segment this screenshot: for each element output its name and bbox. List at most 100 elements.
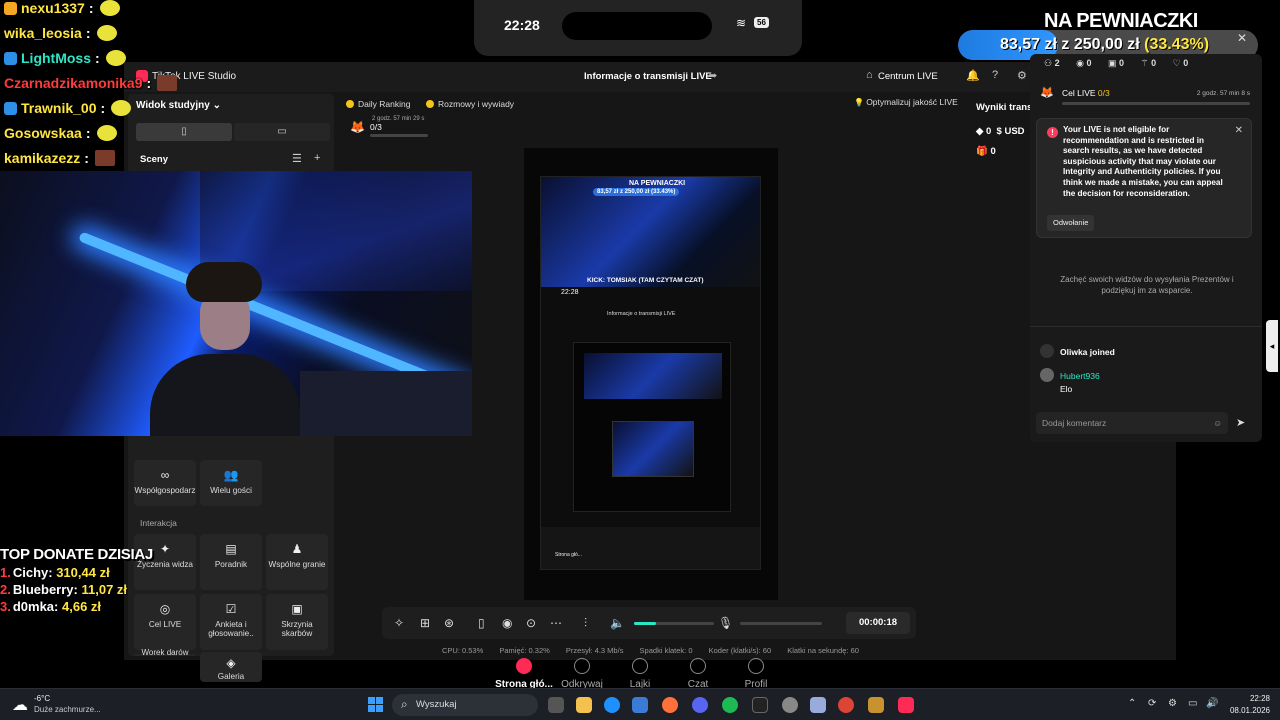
preview-info: Informacje o transmisji LIVE [607, 311, 676, 317]
chat-emote-icon [94, 150, 115, 166]
weather-condition[interactable]: Duże zachmurze... [34, 705, 101, 714]
donate-row: 2. Blueberry: 11,07 zł [0, 582, 128, 597]
epic-games-icon[interactable] [752, 697, 768, 713]
sliders-icon[interactable]: ⫶ [584, 616, 587, 631]
chat-line: kamikazezz: [4, 150, 115, 166]
taskbar-search[interactable]: Wyszukaj [392, 693, 538, 716]
share-icon[interactable]: ➦ [708, 69, 717, 82]
effects-icon[interactable]: ⊛ [444, 616, 454, 630]
chrome-icon[interactable] [838, 697, 854, 713]
tray-icon[interactable]: ⟳ [1148, 698, 1156, 709]
live-chat-panel: ⚇ 2 ◉ 0 ▣ 0 ⚚ 0 ♡ 0 🦊 Cel LIVE 0/3 2 god… [1030, 54, 1262, 442]
chat-line: wika_leosia: [4, 25, 117, 41]
taskbar-time[interactable]: 22:28 [1226, 694, 1270, 703]
studio-view-select[interactable]: Widok studyjny ⌄ [136, 100, 221, 111]
settings-icon[interactable]: ⚙ [1017, 69, 1027, 82]
send-icon[interactable]: ➤ [1236, 416, 1245, 429]
panel-stat-icons: ⚇ 2 ◉ 0 ▣ 0 ⚚ 0 ♡ 0 [1044, 58, 1202, 69]
talks-chip[interactable]: Rozmowy i wywiady [426, 95, 514, 113]
live-results-gifts: 🎁 0 [976, 146, 996, 157]
guide-tile[interactable]: ▤ Poradnik [200, 534, 262, 590]
magic-icon[interactable]: ✧ [394, 616, 404, 630]
multi-guest-tile[interactable]: 👥 Wielu gości [200, 460, 262, 506]
phone-icon[interactable]: ▯ [478, 616, 485, 630]
appeal-button[interactable]: Odwołanie [1047, 215, 1095, 231]
start-button[interactable] [368, 697, 383, 712]
more-icon[interactable]: ⋯ [550, 616, 562, 630]
stream-controls: ✧ ⊞ ⊛ ▯ ◉ ⊙ ⋯ ⫶ 🔈 🎙 00:00:18 [382, 607, 916, 639]
portrait-toggle[interactable]: ▯ [136, 123, 232, 141]
comment-input[interactable]: Dodaj komentarz ☺ [1036, 412, 1228, 434]
bell-icon[interactable]: 🔔 [966, 69, 980, 82]
task-view-icon[interactable] [548, 697, 564, 713]
add-scene-icon[interactable]: + [314, 152, 320, 164]
camera-icon[interactable]: ⊙ [526, 616, 536, 630]
home-tab-icon [516, 658, 532, 674]
speaker-icon[interactable]: 🔈 [610, 616, 625, 630]
edge-icon[interactable] [604, 697, 620, 713]
spotify-icon[interactable] [722, 697, 738, 713]
dynamic-island [562, 12, 712, 40]
preview-camera: NA PEWNIACZKI 83,57 zł z 250,00 zł (33.4… [541, 177, 760, 287]
ranking-value: 0/3 [370, 122, 382, 132]
chat-username: kamikazezz [4, 150, 81, 166]
weather-temp[interactable]: -6°C [34, 694, 50, 703]
poll-tile[interactable]: ☑ Ankieta i głosowanie.. [200, 594, 262, 650]
layout-icon[interactable]: ⊞ [420, 616, 430, 630]
taskbar-date[interactable]: 08.01.2026 [1220, 706, 1270, 715]
list-icon[interactable]: ☰ [292, 152, 302, 165]
record-icon[interactable]: ◉ [502, 616, 512, 630]
volume-icon[interactable]: 🔊 [1206, 698, 1218, 709]
app-icon-3[interactable] [868, 697, 884, 713]
avatar [1040, 344, 1054, 358]
emoji-icon[interactable]: ☺ [1213, 412, 1222, 434]
daily-ranking-chip[interactable]: Daily Ranking [346, 95, 410, 113]
chat-username: wika_leosia [4, 25, 82, 41]
mic-icon[interactable]: 🎙 [718, 616, 733, 630]
tiktok-icon[interactable] [898, 697, 914, 713]
store-icon[interactable] [632, 697, 648, 713]
chevron-up-icon[interactable]: ⌃ [1128, 698, 1136, 709]
firefox-icon[interactable] [662, 697, 678, 713]
gallery-tile[interactable]: ◈ Galeria [200, 652, 262, 682]
live-results-coins: ◆ 0 $ USD [976, 126, 1025, 137]
live-goal-track [1062, 102, 1250, 105]
app-icon-2[interactable] [810, 697, 826, 713]
battery-level: 56 [754, 17, 769, 28]
usb-icon[interactable]: ⚙ [1168, 698, 1177, 709]
speaker-volume-slider[interactable] [634, 622, 714, 625]
restriction-alert: ! Your LIVE is not eligible for recommen… [1036, 118, 1252, 238]
help-icon[interactable]: ? [992, 69, 998, 81]
co-host-tile[interactable]: ∞ Współgospodarz [134, 460, 196, 506]
app-icon[interactable] [782, 697, 798, 713]
scenes-label: Sceny [140, 154, 168, 165]
stream-timer: 00:00:18 [846, 612, 910, 634]
chat-line: Gosowskaa: [4, 125, 117, 141]
close-icon[interactable]: ✕ [1237, 31, 1247, 45]
chat-username: nexu1337 [21, 0, 85, 16]
streamer-hair [186, 262, 262, 302]
bitrate-stat: Przesył: 4.3 Mb/s [565, 646, 624, 655]
mic-volume-slider[interactable] [740, 622, 822, 625]
landscape-toggle[interactable]: ▭ [234, 123, 330, 141]
live-goal-label: Cel LIVE 0/3 [1062, 88, 1110, 98]
preview-time: 22:28 [561, 289, 579, 296]
alert-close-icon[interactable]: ✕ [1235, 125, 1243, 136]
cloud-icon[interactable]: ☁ [12, 695, 28, 715]
encoder-stat: Koder (klatki/s): 60 [708, 646, 772, 655]
file-explorer-icon[interactable] [576, 697, 592, 713]
live-center-button[interactable]: Centrum LIVE [878, 71, 938, 82]
preview-goal-amount: 83,57 zł z 250,00 zł (33.43%) [593, 188, 680, 196]
chat-tab-icon [690, 658, 706, 674]
treasure-chest-tile[interactable]: ▣ Skrzynia skarbów [266, 594, 328, 650]
play-together-tile[interactable]: ♟ Wspólne granie [266, 534, 328, 590]
chat-separator: : [100, 100, 106, 116]
network-icon[interactable]: ▭ [1188, 698, 1197, 709]
speaker-volume-fill [634, 622, 657, 625]
panel-collapse-tab[interactable]: ◂ [1266, 320, 1278, 372]
comment-author[interactable]: Hubert936 [1060, 371, 1100, 381]
discord-icon[interactable] [692, 697, 708, 713]
broadcast-info-title[interactable]: Informacje o transmisji LIVE [584, 71, 712, 82]
gift-bag-tile[interactable]: Worek darów [134, 648, 196, 657]
optimize-quality-button[interactable]: Optymalizuj jakość LIVE [854, 97, 958, 107]
